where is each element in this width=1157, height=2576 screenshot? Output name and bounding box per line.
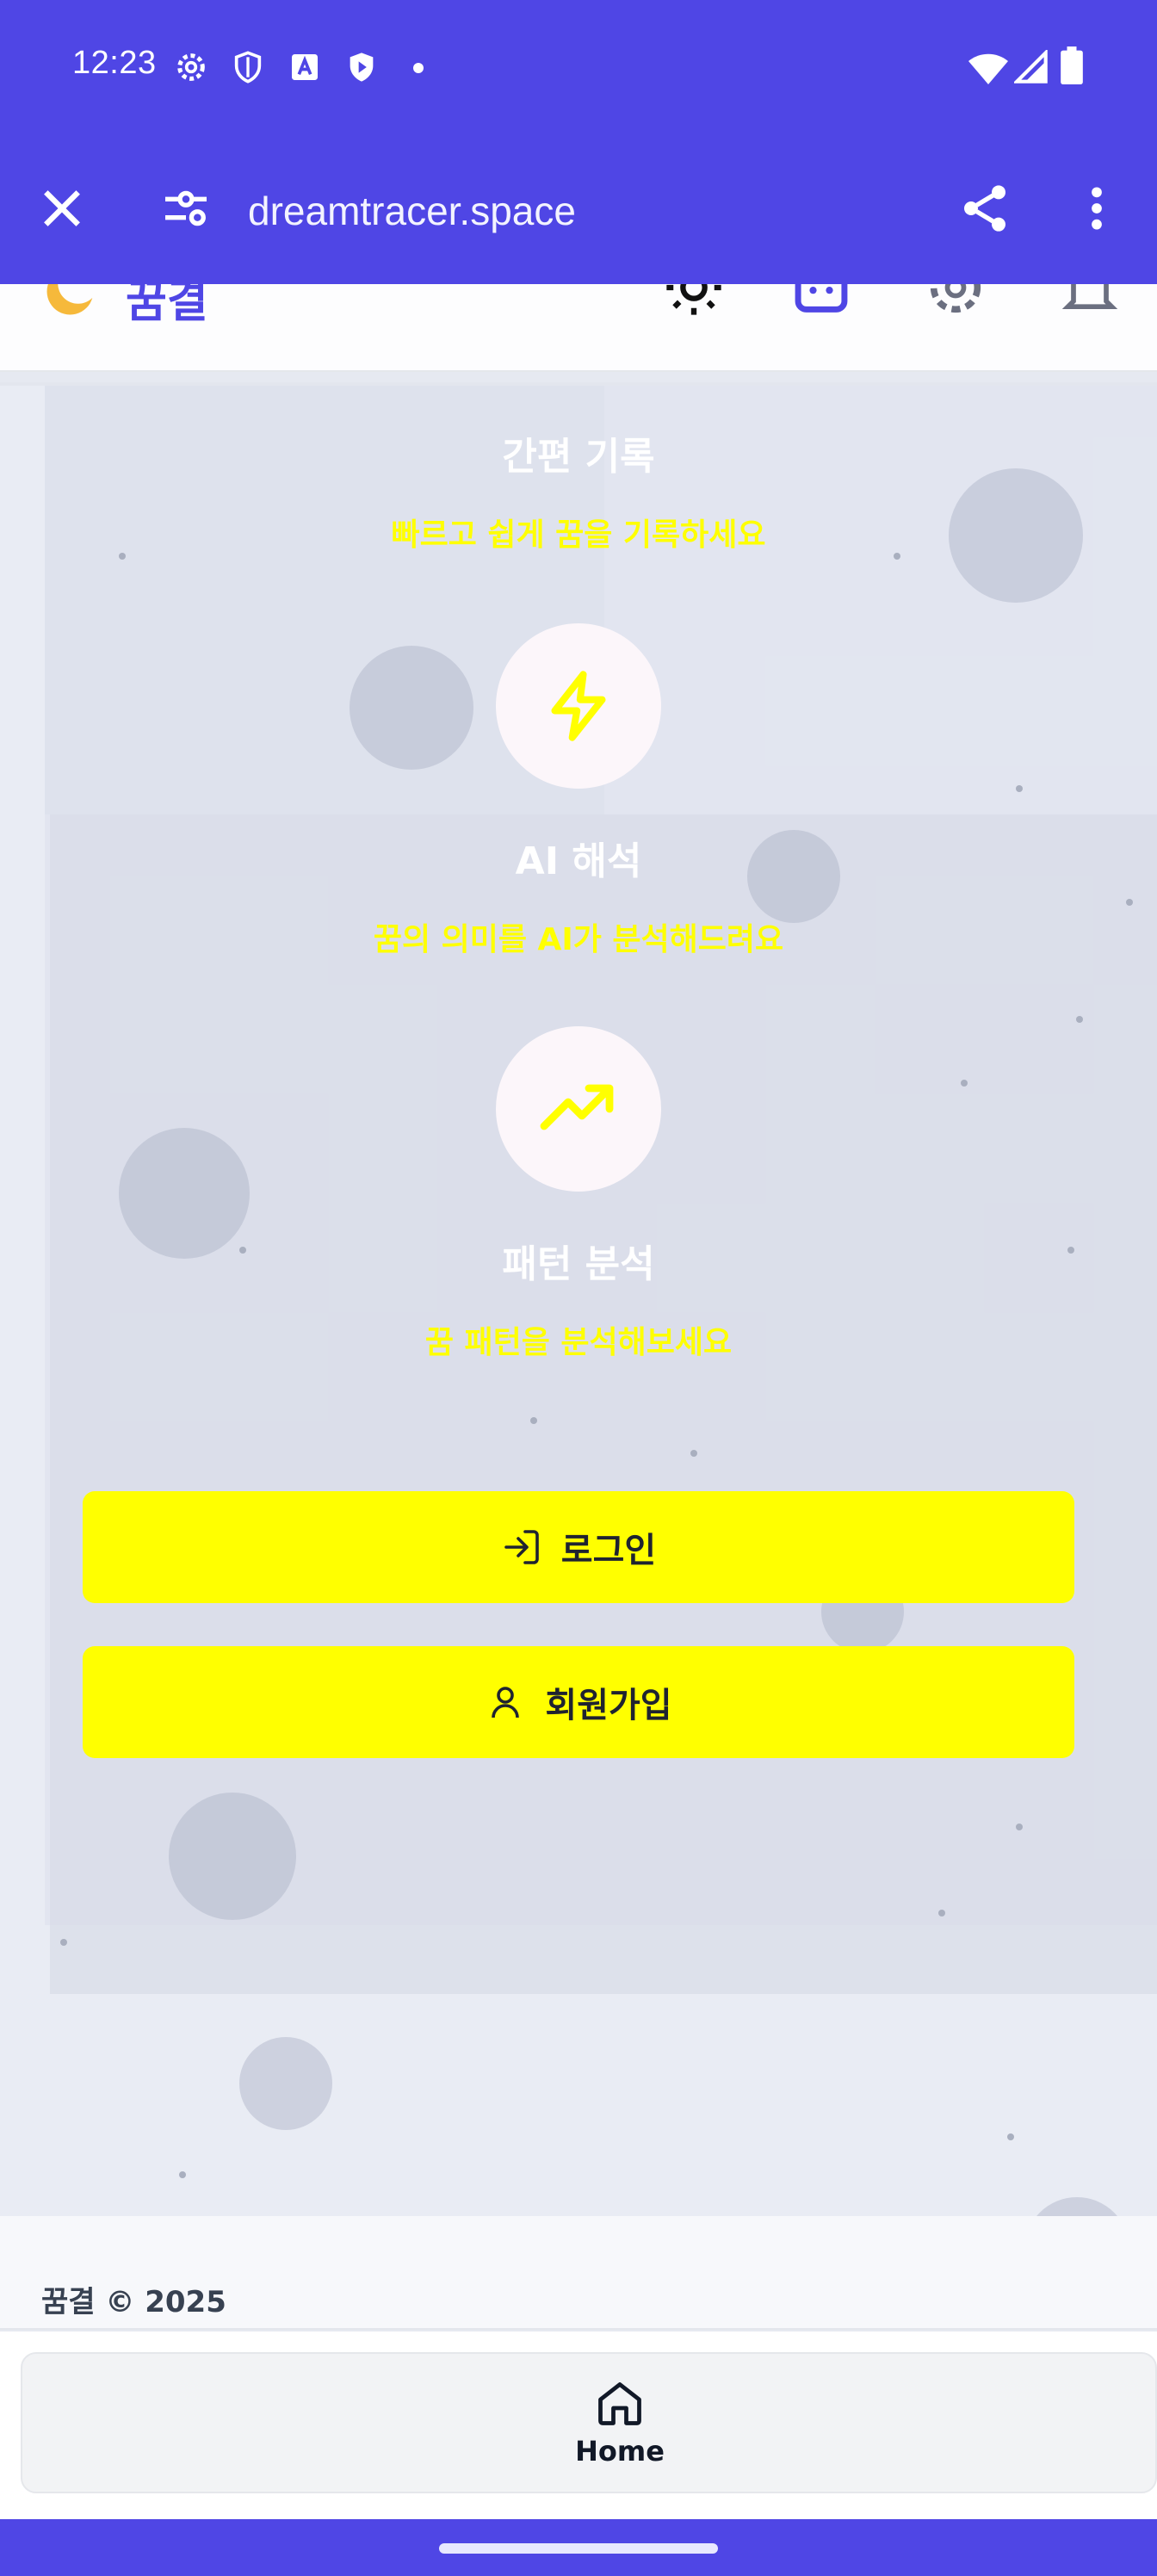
share-icon[interactable] [957, 181, 1012, 236]
decorative-speck [938, 1910, 945, 1917]
home-icon [598, 2382, 641, 2425]
status-time: 12:23 [72, 45, 157, 81]
close-icon[interactable] [34, 181, 90, 236]
footer-copyright: 꿈결 © 2025 [41, 2285, 226, 2319]
decorative-speck [530, 1417, 537, 1424]
sun-icon[interactable] [661, 284, 727, 320]
site-settings-icon[interactable] [158, 181, 213, 236]
user-icon [492, 1687, 520, 1718]
dot-icon [413, 63, 424, 73]
translate-icon [292, 54, 318, 80]
decorative-speck [1016, 1824, 1023, 1830]
decorative-speck [60, 1939, 67, 1946]
feature-icon-circle [496, 623, 661, 789]
battery-icon [1061, 46, 1083, 84]
play-shield-icon [350, 53, 374, 82]
bell-icon[interactable] [1057, 284, 1123, 320]
decorative-speck [690, 1450, 697, 1457]
more-vert-icon[interactable] [1069, 181, 1124, 236]
decorative-bubble [1024, 2197, 1129, 2216]
decorative-speck [1076, 1016, 1083, 1023]
feature-desc-quick-record: 빠르고 쉽게 꿈을 기록하세요 [391, 517, 766, 553]
app-header: 꿈결 [0, 284, 1157, 372]
decorative-bubble [350, 646, 473, 770]
shield-icon [234, 51, 262, 84]
browser-toolbar: dreamtracer.space [0, 138, 1157, 284]
decorative-bubble [169, 1793, 296, 1920]
login-button[interactable]: 로그인 [83, 1491, 1074, 1603]
gesture-handle[interactable] [439, 2543, 718, 2554]
signup-button[interactable]: 회원가입 [83, 1646, 1074, 1758]
status-bar: 12:23 [0, 0, 1157, 138]
nav-home[interactable]: Home [556, 2378, 684, 2481]
feature-desc-pattern-analysis: 꿈 패턴을 분석해보세요 [424, 1325, 733, 1360]
signup-label: 회원가입 [545, 1686, 672, 1725]
feature-desc-ai-analysis: 꿈의 의미를 AI가 분석해드려요 [373, 922, 784, 957]
trending-up-icon [540, 1084, 614, 1130]
login-icon [504, 1530, 539, 1564]
login-label: 로그인 [560, 1531, 657, 1570]
moon-icon [46, 284, 93, 315]
decorative-speck [1016, 785, 1023, 792]
decorative-bubble [239, 2037, 332, 2130]
robot-icon[interactable] [789, 284, 854, 320]
cell-signal-icon [1014, 50, 1048, 84]
decorative-speck [1007, 2133, 1014, 2140]
nav-home-label: Home [575, 2435, 665, 2468]
decorative-speck [1126, 899, 1133, 906]
gear-icon [177, 53, 205, 81]
settings-icon[interactable] [923, 284, 988, 320]
url-field[interactable]: dreamtracer.space [248, 188, 576, 234]
feature-icon-circle [496, 1026, 661, 1192]
footer: 꿈결 © 2025 [0, 2216, 1157, 2330]
decorative-speck [179, 2171, 186, 2178]
bottom-navigation: Home [21, 2352, 1157, 2493]
feature-title-ai-analysis: AI 해석 [515, 839, 642, 883]
system-nav-bar [0, 2519, 1157, 2576]
feature-title-quick-record: 간편 기록 [502, 435, 655, 479]
brand-name[interactable]: 꿈결 [126, 284, 208, 330]
decorative-speck [961, 1080, 968, 1087]
lightning-icon [551, 671, 606, 741]
feature-title-pattern-analysis: 패턴 분석 [502, 1242, 655, 1286]
wifi-icon [968, 53, 1008, 84]
